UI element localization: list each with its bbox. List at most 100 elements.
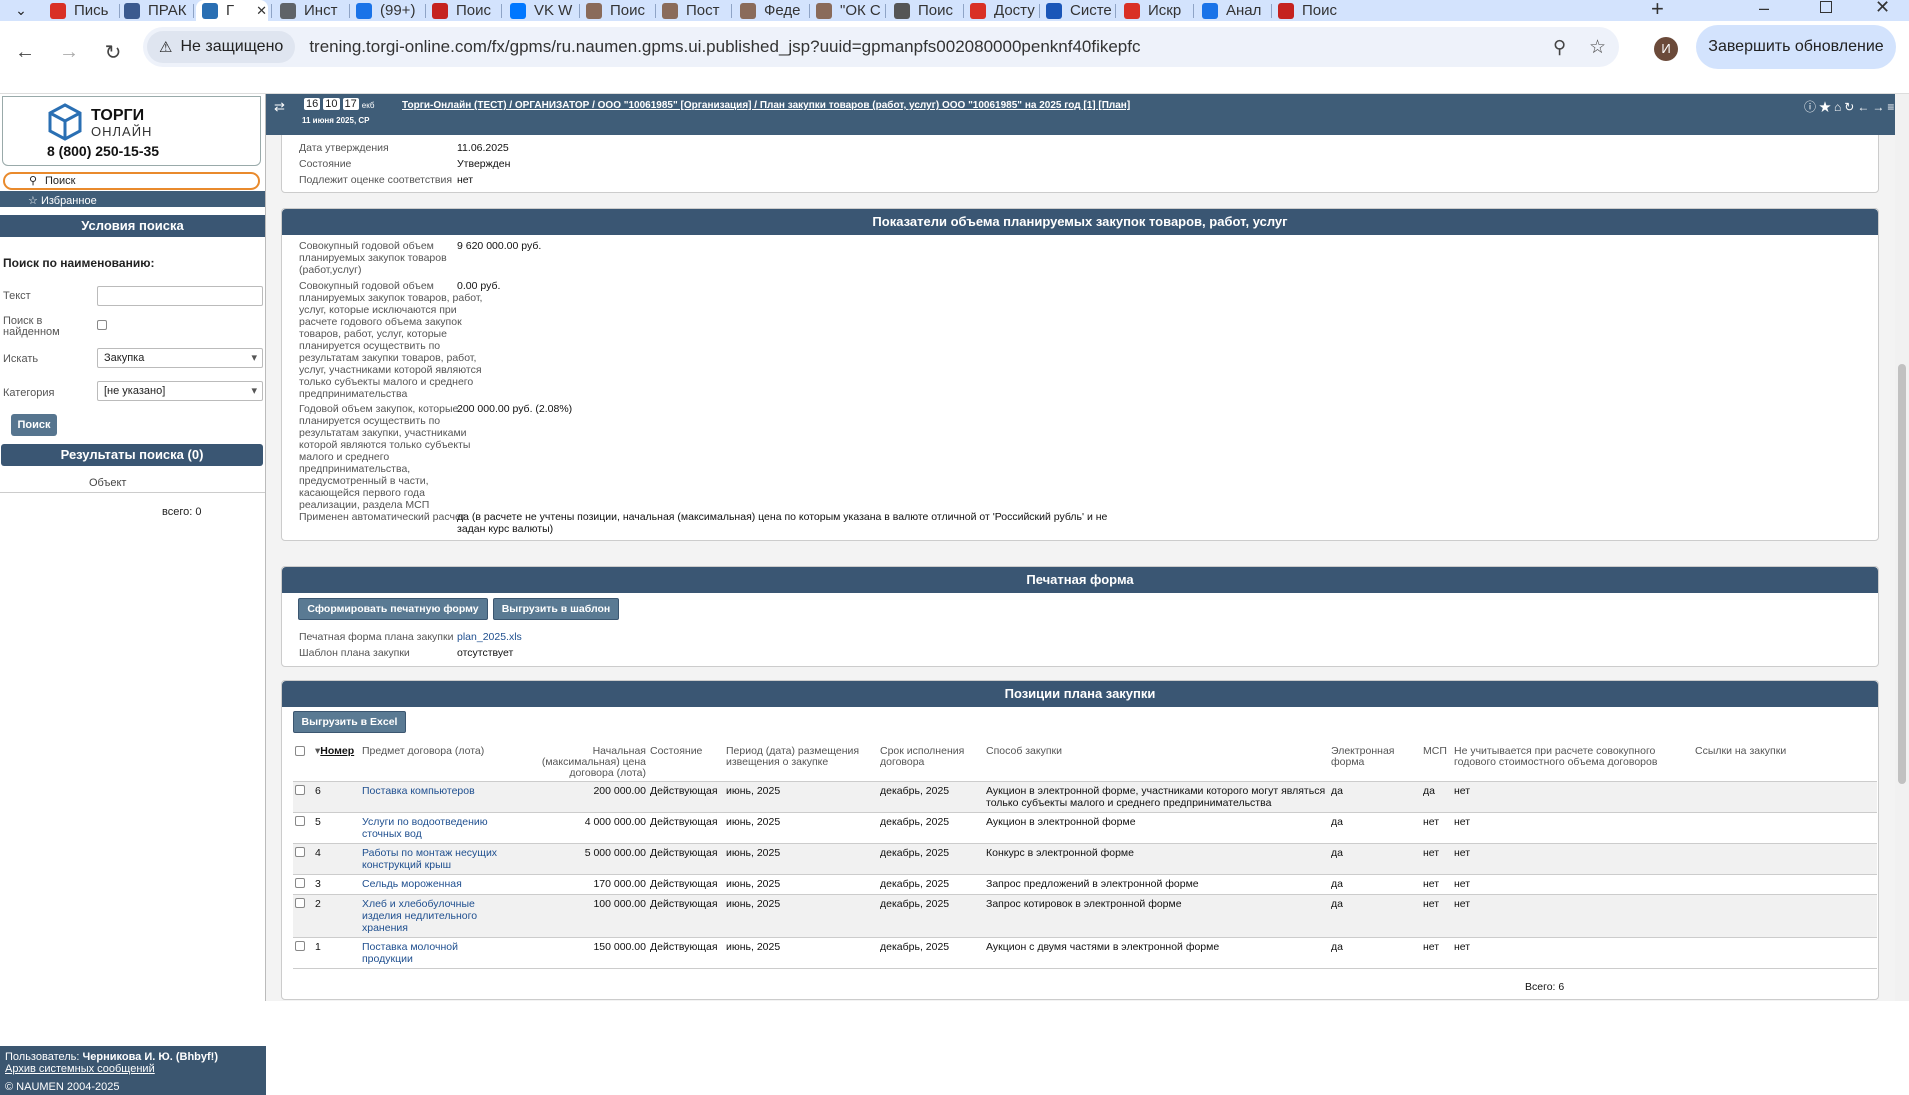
cell-subject[interactable]: Работы по монтаж несущих конструкций кры… (360, 843, 510, 875)
search-in-found-checkbox[interactable] (97, 320, 107, 330)
row-checkbox-cell[interactable] (293, 894, 313, 938)
table-row[interactable]: 6 Поставка компьютеров 200 000.00 Действующ… (293, 781, 1877, 813)
forward-arrow-icon[interactable]: → (54, 41, 84, 64)
new-tab-button[interactable]: + (1651, 0, 1664, 22)
close-window-button[interactable]: ✕ (1875, 0, 1890, 18)
browser-tab[interactable]: (99+) (350, 0, 424, 21)
star-fav-icon[interactable]: ★ (1819, 100, 1834, 114)
home-icon[interactable]: ⌂ (1834, 100, 1844, 114)
archive-link[interactable]: Архив системных сообщений (5, 1063, 261, 1075)
help-icon[interactable]: ⓘ (1804, 100, 1819, 114)
row-checkbox[interactable] (295, 941, 305, 951)
zoom-icon[interactable]: ⚲ (1553, 37, 1566, 58)
cell-subject[interactable]: Хлеб и хлебобулочные изделия недлительно… (360, 894, 510, 938)
profile-avatar[interactable]: И (1654, 37, 1678, 61)
cell-subject[interactable]: Поставка молочной продукции (360, 937, 510, 969)
url-text[interactable]: trening.torgi-online.com/fx/gpms/ru.naum… (309, 37, 1140, 57)
col-state[interactable]: Состояние (648, 744, 724, 782)
table-row[interactable]: 4 Работы по монтаж несущих конструкций кр… (293, 843, 1877, 875)
select-all-header[interactable] (293, 744, 313, 782)
row-checkbox-cell[interactable] (293, 843, 313, 875)
col-term[interactable]: Срок исполнения договора (878, 744, 984, 782)
cell-subject[interactable]: Услуги по водоотведению сточных вод (360, 812, 510, 844)
sidebar-search-tab[interactable]: ⚲ Поиск (3, 172, 260, 190)
export-template-button[interactable]: Выгрузить в шаблон (493, 598, 619, 620)
col-period[interactable]: Период (дата) размещения извещения о зак… (724, 744, 878, 782)
browser-tab[interactable]: Анал (1196, 0, 1270, 21)
plan-info-panel: Дата утверждения 11.06.2025 Состояние Ут… (281, 135, 1879, 193)
row-checkbox-cell[interactable] (293, 812, 313, 844)
col-number[interactable]: ▾Номер (313, 744, 360, 782)
browser-tab[interactable]: Феде (734, 0, 808, 21)
col-msp[interactable]: МСП (1421, 744, 1452, 782)
row-checkbox-cell[interactable] (293, 874, 313, 895)
row-checkbox[interactable] (295, 847, 305, 857)
row-checkbox-cell[interactable] (293, 937, 313, 969)
city-code: екб (361, 101, 375, 110)
seek-select[interactable]: Закупка (97, 348, 263, 368)
browser-tab[interactable]: Досту (964, 0, 1038, 21)
browser-tab[interactable]: Пост (656, 0, 730, 21)
security-chip[interactable]: ⚠ Не защищено (147, 31, 296, 63)
browser-tab[interactable]: Поис (426, 0, 500, 21)
torgi-logo[interactable]: ТОРГИ ОНЛАЙН 8 (800) 250-15-35 (2, 96, 261, 166)
table-row[interactable]: 1 Поставка молочной продукции 150 000.00 Де… (293, 937, 1877, 969)
prev-icon[interactable]: ← (1857, 100, 1872, 114)
browser-tab[interactable]: Поис (580, 0, 654, 21)
category-select[interactable]: [не указано] (97, 381, 263, 401)
cell-eform: да (1329, 812, 1421, 844)
table-row[interactable]: 5 Услуги по водоотведению сточных вод 4 00… (293, 812, 1877, 844)
row-checkbox[interactable] (295, 878, 305, 888)
table-row[interactable]: 3 Сельдь мороженная 170 000.00 Действующая и… (293, 874, 1877, 895)
browser-tab[interactable]: Систе (1040, 0, 1114, 21)
page-scrollbar[interactable] (1895, 94, 1909, 1001)
back-arrow-icon[interactable]: ← (10, 41, 40, 64)
col-subject[interactable]: Предмет договора (лота) (360, 744, 510, 782)
col-eform[interactable]: Электронная форма (1329, 744, 1421, 782)
print-form-link[interactable]: plan_2025.xls (457, 631, 522, 643)
browser-tab[interactable]: Искр (1118, 0, 1192, 21)
cell-num: 2 (313, 894, 360, 938)
table-row[interactable]: 2 Хлеб и хлебобулочные изделия недлительн… (293, 894, 1877, 938)
swap-icon[interactable]: ⇄ (274, 99, 285, 115)
find-button[interactable]: Поиск (11, 414, 57, 436)
col-price[interactable]: Начальная (максимальная) цена договора (… (510, 744, 648, 782)
reload-icon[interactable]: ↻ (98, 40, 128, 65)
mail-icon (1046, 2, 1062, 19)
cell-subject[interactable]: Поставка компьютеров (360, 781, 510, 813)
address-bar[interactable]: ⚠ Не защищено trening.torgi-online.com/f… (143, 27, 1619, 67)
col-excluded[interactable]: Не учитывается при расчете совокупного г… (1452, 744, 1693, 782)
refresh-icon[interactable]: ↻ (1844, 100, 1857, 114)
browser-tab[interactable]: ПРАК (118, 0, 192, 21)
browser-tab[interactable]: Г ✕ (196, 0, 268, 21)
row-checkbox[interactable] (295, 816, 305, 826)
browser-tab[interactable]: Поис (888, 0, 962, 21)
breadcrumb[interactable]: Торги-Онлайн (ТЕСТ) / ОРГАНИЗАТОР / ООО … (402, 100, 1130, 111)
maximize-button[interactable] (1820, 1, 1832, 13)
row-checkbox[interactable] (295, 785, 305, 795)
browser-tab[interactable]: VK W (504, 0, 578, 21)
browser-tab[interactable]: Поис (1272, 0, 1346, 21)
tab-list-dropdown[interactable]: ⌄ (8, 0, 34, 21)
cell-subject[interactable]: Сельдь мороженная (360, 874, 510, 895)
col-links[interactable]: Ссылки на закупки (1693, 744, 1877, 782)
minimize-button[interactable]: – (1759, 0, 1769, 19)
browser-tab-label: Пост (686, 2, 720, 19)
bookmark-star-icon[interactable]: ☆ (1589, 36, 1606, 59)
export-excel-button[interactable]: Выгрузить в Excel (293, 711, 406, 733)
select-all-checkbox[interactable] (295, 746, 305, 756)
favorites-link[interactable]: ☆ Избранное (28, 194, 97, 207)
row-checkbox-cell[interactable] (293, 781, 313, 813)
browser-tab[interactable]: Инст (274, 0, 348, 21)
approval-date-value: 11.06.2025 (457, 142, 509, 154)
browser-tab[interactable]: "ОК С (810, 0, 884, 21)
col-method[interactable]: Способ закупки (984, 744, 1329, 782)
scrollbar-thumb[interactable] (1898, 364, 1906, 784)
row-checkbox[interactable] (295, 898, 305, 908)
update-button[interactable]: Завершить обновление (1696, 25, 1896, 69)
generate-print-form-button[interactable]: Сформировать печатную форму (298, 598, 488, 620)
next-icon[interactable]: → (1872, 100, 1887, 114)
text-input[interactable] (97, 286, 263, 306)
close-tab-icon[interactable]: ✕ (256, 3, 267, 19)
browser-tab[interactable]: Пись (44, 0, 118, 21)
